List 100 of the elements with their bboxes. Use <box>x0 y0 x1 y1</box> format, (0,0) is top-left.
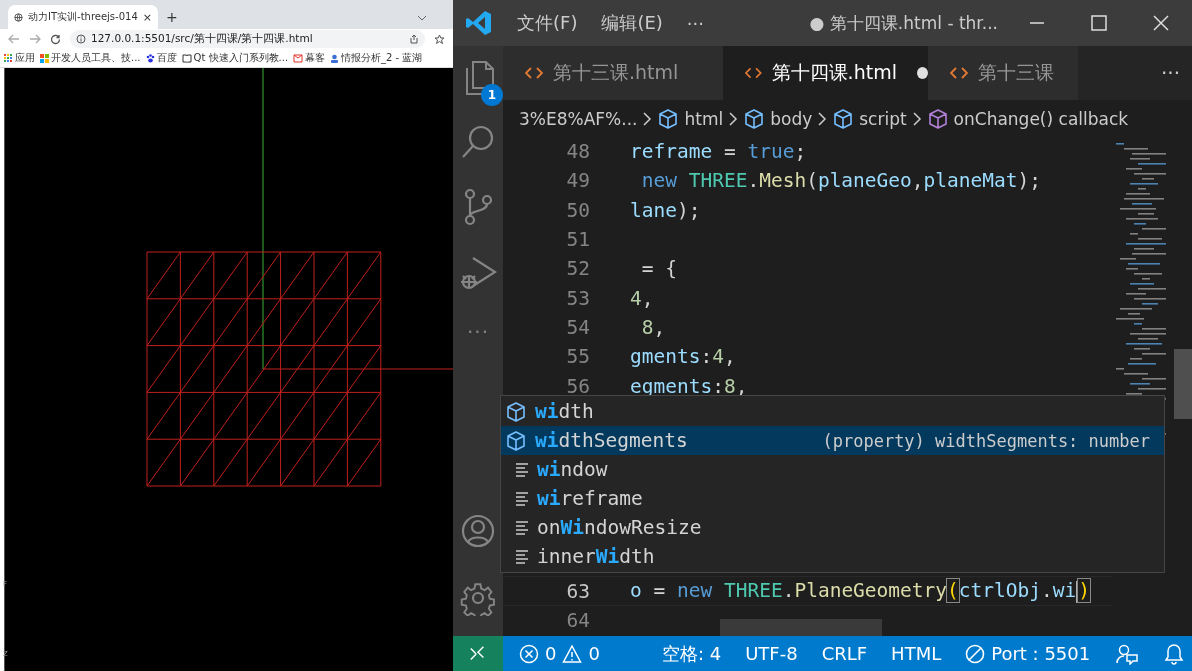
menu-item[interactable]: 编辑(E) <box>601 11 663 35</box>
bookmark-link[interactable]: 开发人员工具、技... <box>51 51 141 66</box>
chevron-right-icon <box>642 110 653 127</box>
bookmark-link[interactable]: 情报分析_2 - 蓝湖 <box>341 51 423 66</box>
bookmark-link[interactable]: 幕客 <box>305 51 326 66</box>
cube-icon <box>657 107 680 130</box>
paw-icon <box>145 53 155 63</box>
suggestion-item[interactable]: width <box>501 397 1164 426</box>
error-icon <box>519 643 539 664</box>
suggestion-label: widthSegments <box>535 429 688 452</box>
address-bar[interactable]: 127.0.0.1:5501/src/第十四课/第十四课.html <box>70 30 425 49</box>
code-line: gments:4, <box>630 345 736 369</box>
feedback-icon[interactable] <box>1116 642 1139 665</box>
chevron-right-icon <box>911 110 922 127</box>
breadcrumb-item[interactable]: 3%E8%AF%... <box>519 108 638 129</box>
editor-tab[interactable]: 第十三课.html <box>503 46 723 100</box>
code-line: = { <box>640 257 677 281</box>
settings-icon[interactable] <box>460 580 496 616</box>
bell-icon[interactable] <box>1164 642 1185 665</box>
suggestion-item[interactable]: onWindowResize <box>501 513 1164 542</box>
reload-icon[interactable] <box>50 33 61 45</box>
remote-icon <box>469 644 487 663</box>
remote-button[interactable] <box>453 636 503 671</box>
bookmark-link[interactable]: 百度 <box>156 51 177 66</box>
share-icon[interactable] <box>409 34 419 45</box>
breadcrumb-item[interactable]: script <box>859 108 907 129</box>
code-brackets-icon <box>525 65 543 81</box>
property-cube-icon <box>505 429 527 452</box>
chevron-right-icon <box>728 110 739 127</box>
suggestion-item[interactable]: widthSegments (property) widthSegments: number <box>501 426 1164 455</box>
suggestion-item[interactable]: window <box>501 455 1164 484</box>
info-icon <box>76 34 86 45</box>
browser-tab[interactable]: 动力IT实训-threejs-014 × <box>8 5 158 30</box>
star-icon[interactable] <box>434 33 445 45</box>
breadcrumb-item[interactable]: onChange() callback <box>953 108 1129 129</box>
line-ending-status[interactable]: CRLF <box>821 643 868 664</box>
suggestion-detail: (property) widthSegments: number <box>822 430 1150 451</box>
apps-grid-icon <box>4 53 13 63</box>
menu-item[interactable]: ··· <box>686 12 704 34</box>
line-number: 56 <box>565 374 590 398</box>
line-number: 49 <box>565 169 590 193</box>
code-line: new THREE.Mesh(planeGeo,planeMat); <box>640 169 1041 193</box>
line-number: 51 <box>565 228 590 252</box>
suggestion-label: wi reframe <box>537 487 643 510</box>
forward-arrow-icon[interactable] <box>29 34 41 45</box>
code-line: 4, <box>630 286 654 310</box>
line-number: 54 <box>565 315 590 339</box>
suggestion-label: width <box>535 400 594 423</box>
more-actions-button[interactable]: ··· <box>1148 61 1192 85</box>
close-tab-button[interactable]: × <box>142 11 152 23</box>
code-line: o = new THREE.PlaneGeometry(ctrlObj.wi) <box>630 579 1090 603</box>
windows-logo-icon <box>40 53 49 63</box>
text-lines-icon <box>515 548 529 565</box>
horizontal-scrollbar-thumb[interactable] <box>720 619 882 636</box>
line-number: 64 <box>565 608 590 632</box>
error-count[interactable]: 0 <box>545 643 557 664</box>
line-number: 53 <box>565 286 590 310</box>
new-tab-button[interactable]: + <box>166 9 178 26</box>
account-icon[interactable] <box>461 514 495 548</box>
warning-count[interactable]: 0 <box>588 643 600 664</box>
window-title: ● 第十四课.html - thr... <box>809 11 998 35</box>
text-lines-icon <box>515 461 529 478</box>
close-icon[interactable] <box>1152 14 1170 32</box>
suggestion-item[interactable]: innerWidth <box>501 542 1164 571</box>
breadcrumb-item[interactable]: html <box>684 108 724 129</box>
chevron-right-icon <box>817 110 828 127</box>
port-status[interactable]: Port : 5501 <box>991 643 1091 664</box>
caret-down-icon <box>417 15 427 21</box>
indentation-status[interactable]: 空格: 4 <box>661 641 722 666</box>
text-lines-icon <box>515 490 529 507</box>
search-icon[interactable] <box>460 124 496 160</box>
scrollbar-thumb[interactable] <box>1174 349 1192 419</box>
language-status[interactable]: HTML <box>891 643 942 664</box>
line-number: 63 <box>565 579 590 603</box>
url-text: 127.0.0.1:5501/src/第十四课/第十四课.html <box>91 32 314 47</box>
suggestion-item[interactable]: wi reframe <box>501 484 1164 513</box>
property-cube-icon <box>505 400 527 423</box>
cube-icon <box>926 107 949 130</box>
warning-icon <box>562 643 583 664</box>
ban-icon <box>965 643 986 664</box>
envelope-icon <box>293 53 304 63</box>
text-lines-icon <box>515 519 529 536</box>
notification-badge: 1 <box>481 84 503 106</box>
line-number: 48 <box>565 140 590 164</box>
breadcrumb-item[interactable]: body <box>770 108 813 129</box>
code-line: lane); <box>630 198 701 222</box>
back-arrow-icon[interactable] <box>8 34 20 45</box>
line-number: 55 <box>565 345 590 369</box>
run-debug-icon[interactable] <box>459 254 497 292</box>
bookmark-link[interactable]: 应用 <box>15 51 35 66</box>
globe-icon <box>14 11 23 23</box>
bookmark-link[interactable]: Qt 快速入门系列教... <box>193 51 289 66</box>
maximize-icon[interactable] <box>1090 14 1108 32</box>
editor-tab[interactable]: 第十四课.html <box>723 46 928 100</box>
editor-tab[interactable]: 第十三课 <box>928 46 1078 100</box>
tab-title: 动力IT实训-threejs-014 <box>27 10 138 25</box>
encoding-status[interactable]: UTF-8 <box>745 643 798 664</box>
menu-item[interactable]: 文件(F) <box>517 11 578 35</box>
suggestion-label: window <box>537 458 608 481</box>
code-brackets-icon <box>745 65 762 81</box>
